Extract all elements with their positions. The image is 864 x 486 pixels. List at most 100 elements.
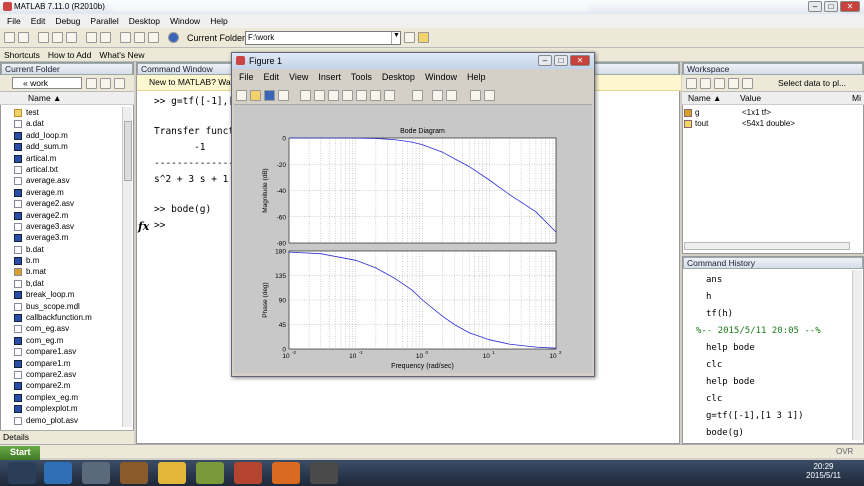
menu-desktop[interactable]: Desktop <box>124 14 165 28</box>
save-icon[interactable] <box>714 78 725 89</box>
fig-menu-view[interactable]: View <box>284 71 313 85</box>
ie-icon[interactable] <box>44 462 72 484</box>
figure-maximize-button[interactable]: □ <box>554 55 568 66</box>
show-plot-tools-icon[interactable] <box>484 90 495 101</box>
matlab-taskbar-icon[interactable] <box>272 462 300 484</box>
file-list-item[interactable]: b.m <box>0 255 122 266</box>
fig-menu-file[interactable]: File <box>234 71 259 85</box>
details-panel[interactable]: Details <box>0 430 134 444</box>
file-list-item[interactable]: b,dat <box>0 278 122 289</box>
start-button[interactable]: Start <box>0 446 40 460</box>
guide-icon[interactable] <box>134 32 145 43</box>
open-icon[interactable] <box>250 90 261 101</box>
file-list-item[interactable]: com_eg.asv <box>0 323 122 334</box>
bode-plot[interactable]: Bode Diagram0-20-40-60-80Magnitude (dB)1… <box>234 105 592 373</box>
fig-menu-tools[interactable]: Tools <box>346 71 377 85</box>
maximize-button[interactable]: □ <box>824 1 838 12</box>
minimize-button[interactable]: – <box>808 1 822 12</box>
file-list-item[interactable]: b.mat <box>0 266 122 277</box>
copy-icon[interactable] <box>52 32 63 43</box>
file-list-item[interactable]: add_loop.m <box>0 130 122 141</box>
history-line[interactable]: clc <box>706 360 722 370</box>
file-list-item[interactable]: artical.txt <box>0 164 122 175</box>
up-folder-icon[interactable] <box>100 78 111 89</box>
file-list-item[interactable]: break_loop.m <box>0 289 122 300</box>
history-line[interactable]: h <box>706 292 711 302</box>
file-list-item[interactable]: artical.m <box>0 153 122 164</box>
folder-path-select[interactable]: « work <box>12 77 82 89</box>
terminal-icon[interactable] <box>310 462 338 484</box>
history-line[interactable]: help bode <box>706 343 755 353</box>
file-list-item[interactable]: a.dat <box>0 118 122 129</box>
file-list-item[interactable]: average3.asv <box>0 221 122 232</box>
file-list-item[interactable]: com_eg.m <box>0 335 122 346</box>
file-list-item[interactable]: compare2.m <box>0 380 122 391</box>
shortcuts-link[interactable]: Shortcuts <box>0 48 44 61</box>
workspace-hscrollbar[interactable] <box>684 242 850 250</box>
zoom-in-icon[interactable] <box>314 90 325 101</box>
whats-new-link[interactable]: What's New <box>95 48 148 61</box>
brush-icon[interactable] <box>384 90 395 101</box>
open-variable-icon[interactable] <box>700 78 711 89</box>
figure-minimize-button[interactable]: – <box>538 55 552 66</box>
search-icon[interactable] <box>86 78 97 89</box>
new-figure-icon[interactable] <box>236 90 247 101</box>
ws-col-min[interactable]: Mi <box>852 92 861 104</box>
gear-icon[interactable] <box>114 78 125 89</box>
app-icon[interactable] <box>196 462 224 484</box>
player-icon[interactable] <box>120 462 148 484</box>
new-variable-icon[interactable] <box>686 78 697 89</box>
file-list-item[interactable]: average3.m <box>0 232 122 243</box>
open-file-icon[interactable] <box>18 32 29 43</box>
file-list-item[interactable]: complexplot.m <box>0 403 122 414</box>
file-list-item[interactable]: b.dat <box>0 244 122 255</box>
menu-window[interactable]: Window <box>165 14 205 28</box>
windows-logo-icon[interactable] <box>8 462 36 484</box>
history-line[interactable]: bode(g) <box>706 428 744 438</box>
link-plot-icon[interactable] <box>412 90 423 101</box>
chevron-down-icon[interactable]: ▼ <box>391 32 401 44</box>
ws-col-name[interactable]: Name ▲ <box>688 92 721 104</box>
simulink-icon[interactable] <box>120 32 131 43</box>
menu-help[interactable]: Help <box>205 14 232 28</box>
browse-folder-icon[interactable] <box>404 32 415 43</box>
history-line[interactable]: g=tf([-1],[1 3 1]) <box>706 411 804 421</box>
select-data-to-plot[interactable]: Select data to pl... <box>778 78 846 88</box>
file-list-item[interactable]: demo_plot.asv <box>0 415 122 426</box>
fig-menu-desktop[interactable]: Desktop <box>377 71 420 85</box>
print-icon[interactable] <box>728 78 739 89</box>
file-list-item[interactable]: bus_scope.mdl <box>0 301 122 312</box>
powerpoint-icon[interactable] <box>234 462 262 484</box>
data-cursor-icon[interactable] <box>370 90 381 101</box>
figure-canvas[interactable]: Bode Diagram 0 -20 -40 -60 -80 Magnitude (dB) 1… <box>234 105 592 373</box>
delete-icon[interactable] <box>742 78 753 89</box>
current-folder-input[interactable]: F:\work <box>245 31 401 45</box>
file-list-item[interactable]: compare1.asv <box>0 346 122 357</box>
redo-icon[interactable] <box>100 32 111 43</box>
pointer-icon[interactable] <box>300 90 311 101</box>
zoom-out-icon[interactable] <box>328 90 339 101</box>
rotate-icon[interactable] <box>356 90 367 101</box>
file-list-item[interactable]: add_sum.m <box>0 141 122 152</box>
menu-parallel[interactable]: Parallel <box>85 14 123 28</box>
folder-icon[interactable] <box>158 462 186 484</box>
media-icon[interactable] <box>82 462 110 484</box>
column-header-name[interactable]: Name ▲ <box>0 92 134 105</box>
new-file-icon[interactable] <box>4 32 15 43</box>
history-line[interactable]: ans <box>706 275 722 285</box>
profiler-icon[interactable] <box>148 32 159 43</box>
up-folder-icon[interactable] <box>418 32 429 43</box>
legend-icon[interactable] <box>446 90 457 101</box>
menu-file[interactable]: File <box>2 14 26 28</box>
fx-icon[interactable]: fx <box>138 220 149 233</box>
fig-menu-insert[interactable]: Insert <box>313 71 346 85</box>
pan-icon[interactable] <box>342 90 353 101</box>
undo-icon[interactable] <box>86 32 97 43</box>
print-icon[interactable] <box>278 90 289 101</box>
history-line[interactable]: help bode <box>706 377 755 387</box>
file-list-item[interactable]: average2.asv <box>0 198 122 209</box>
paste-icon[interactable] <box>66 32 77 43</box>
how-to-add-link[interactable]: How to Add <box>44 48 95 61</box>
file-list-item[interactable]: compare2.asv <box>0 369 122 380</box>
save-icon[interactable] <box>264 90 275 101</box>
